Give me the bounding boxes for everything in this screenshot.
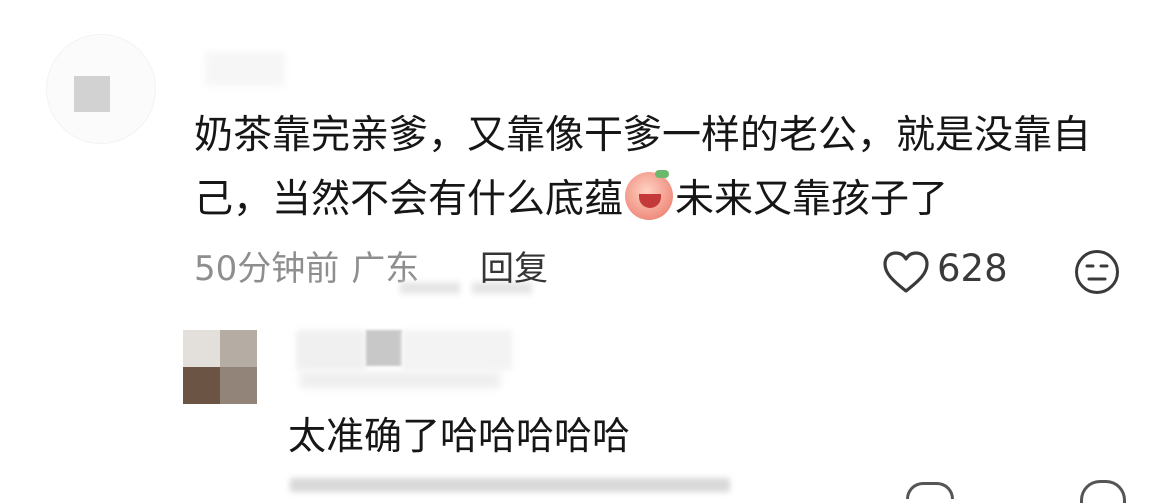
avatar-mosaic (74, 76, 110, 112)
reply-comment-text: 太准确了哈哈哈哈哈 (288, 414, 631, 458)
avatar-mosaic-cell (183, 367, 220, 404)
reply-username-blurred (366, 330, 402, 366)
avatar-mosaic-cell (220, 330, 257, 367)
blur-patch (400, 282, 460, 294)
reply-subtitle-blurred (300, 372, 500, 388)
reply-username-blurred (402, 330, 512, 370)
reply-avatar[interactable] (183, 330, 257, 404)
comment-text-part2: 未来又靠孩子了 (675, 177, 949, 222)
like-count: 628 (937, 247, 1008, 290)
crying-face-emoji-icon (625, 170, 674, 220)
comment-text: 奶茶靠完亲爹，又靠像干爹一样的老公，就是没靠自己，当然不会有什么底蕴 未来又靠孩子… (194, 104, 1124, 232)
comment-time: 50分钟前 (194, 249, 340, 289)
neutral-face-icon[interactable] (1080, 480, 1126, 503)
comment-meta: 50分钟前 广东 (194, 245, 431, 293)
reply-username-blurred[interactable] (296, 330, 366, 370)
heart-icon[interactable] (906, 482, 954, 499)
heart-icon[interactable] (882, 250, 930, 294)
avatar-mosaic-cell (220, 367, 257, 404)
reply-button[interactable]: 回复 (480, 245, 548, 293)
username-blurred[interactable] (205, 52, 285, 86)
neutral-face-icon[interactable] (1074, 249, 1120, 295)
avatar[interactable] (46, 34, 156, 144)
avatar-mosaic-cell (183, 330, 220, 367)
